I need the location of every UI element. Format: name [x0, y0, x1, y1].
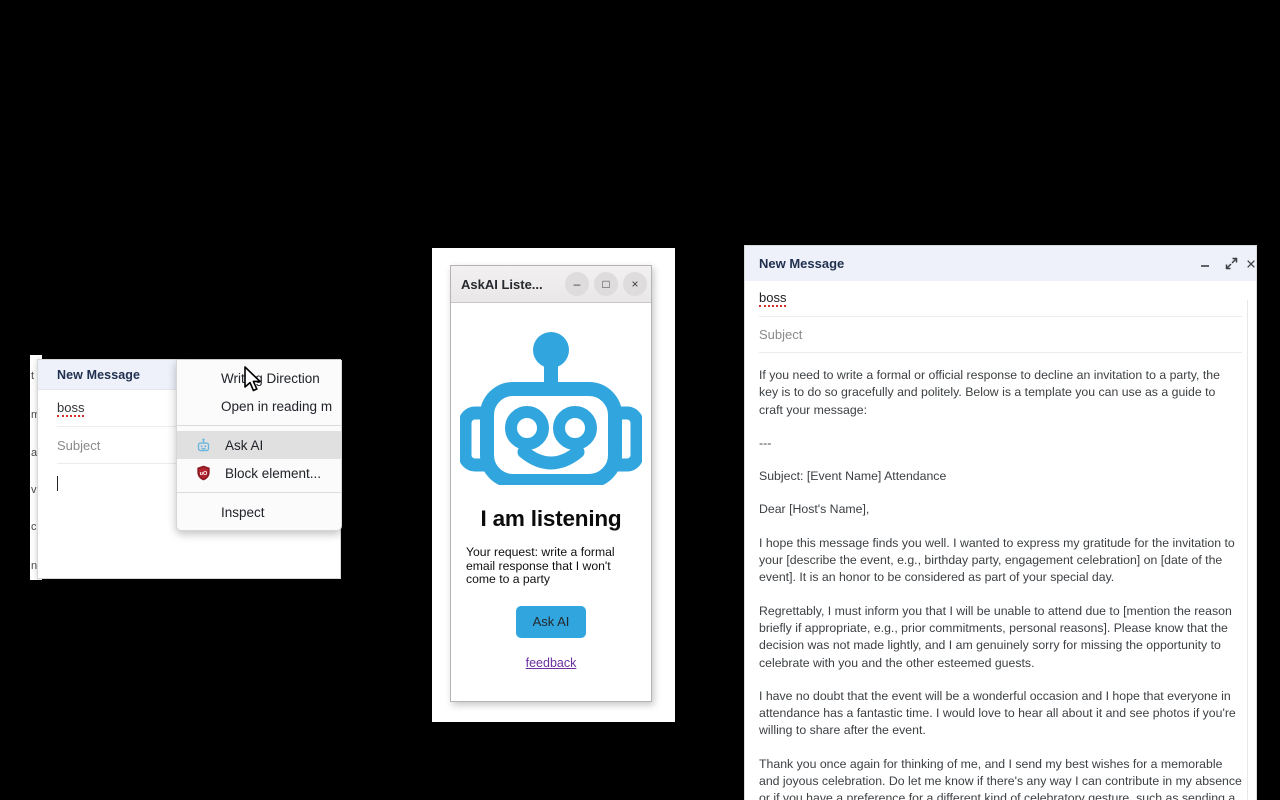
compose-left-title: New Message — [57, 367, 141, 382]
context-menu: Writing Direction Open in reading m Ask … — [176, 360, 342, 531]
compose-right-subject-field[interactable]: Subject — [759, 317, 1242, 353]
svg-text:uO: uO — [199, 471, 207, 477]
scrollbar[interactable] — [1247, 300, 1256, 800]
body-paragraph: I hope this message finds you well. I wa… — [759, 535, 1235, 585]
compose-right-to-field[interactable]: boss — [759, 281, 1242, 317]
menu-item-label: Block element... — [225, 465, 322, 481]
compose-right-title: New Message — [759, 256, 845, 271]
scrollbar-thumb[interactable] — [1249, 300, 1255, 600]
body-paragraph: Thank you once again for thinking of me,… — [759, 756, 1242, 800]
askai-window-title: AskAI Liste... — [461, 276, 543, 292]
askai-titlebar[interactable]: AskAI Liste... – □ × — [451, 266, 651, 303]
ublock-shield-icon: uO — [195, 465, 211, 481]
close-icon[interactable]: × — [623, 272, 647, 296]
menu-divider — [177, 492, 341, 493]
maximize-icon[interactable]: □ — [594, 272, 618, 296]
bg-char: v — [31, 484, 37, 496]
feedback-link[interactable]: feedback — [526, 656, 577, 670]
body-paragraph: Subject: [Event Name] Attendance — [759, 469, 947, 484]
menu-item-block-element[interactable]: uO Block element... — [177, 459, 341, 487]
body-paragraph: Dear [Host's Name], — [759, 502, 870, 517]
compose-window-right: New Message boss Subject If you need to … — [745, 246, 1256, 800]
text-caret — [57, 476, 58, 492]
compose-left-to-value: boss — [57, 399, 85, 417]
menu-item-writing-direction[interactable]: Writing Direction — [177, 364, 341, 392]
bg-char: n — [31, 560, 38, 572]
compose-right-to-value: boss — [759, 290, 787, 307]
askai-heading: I am listening — [480, 506, 622, 531]
askai-content: I am listening Your request: write a for… — [451, 303, 651, 701]
ask-ai-button[interactable]: Ask AI — [516, 605, 586, 638]
askai-window: AskAI Liste... – □ × I am listening Your… — [450, 265, 652, 702]
askai-request-text: Your request: write a formal email respo… — [466, 545, 615, 586]
body-paragraph: --- — [759, 435, 772, 450]
screen: t m a v c n New Message boss Subject Wri… — [0, 0, 1280, 800]
body-paragraph: If you need to write a formal or officia… — [759, 368, 1220, 417]
menu-item-inspect[interactable]: Inspect — [177, 498, 341, 526]
compose-left-subject-placeholder: Subject — [57, 437, 101, 453]
menu-divider — [177, 425, 341, 426]
menu-item-open-in-reading-mode[interactable]: Open in reading m — [177, 392, 341, 420]
minimize-icon[interactable] — [1194, 253, 1216, 275]
menu-item-label: Writing Direction — [221, 370, 320, 386]
body-paragraph: I have no doubt that the event will be a… — [759, 688, 1236, 738]
menu-item-ask-ai[interactable]: Ask AI — [177, 431, 341, 459]
compose-right-body[interactable]: If you need to write a formal or officia… — [745, 353, 1256, 800]
bg-char: a — [31, 447, 38, 459]
robot-illustration-icon — [458, 325, 644, 490]
menu-item-label: Open in reading m — [221, 398, 333, 414]
body-paragraph: Regrettably, I must inform you that I wi… — [759, 603, 1232, 670]
robot-icon — [195, 437, 211, 453]
compose-right-header: New Message — [745, 246, 1256, 281]
bg-char: c — [31, 521, 37, 533]
bg-char: t — [31, 370, 35, 382]
menu-item-label: Inspect — [221, 504, 265, 520]
close-icon[interactable] — [1246, 253, 1256, 275]
compose-right-subject-placeholder: Subject — [759, 327, 803, 342]
expand-icon[interactable] — [1220, 253, 1242, 275]
minimize-icon[interactable]: – — [565, 272, 589, 296]
